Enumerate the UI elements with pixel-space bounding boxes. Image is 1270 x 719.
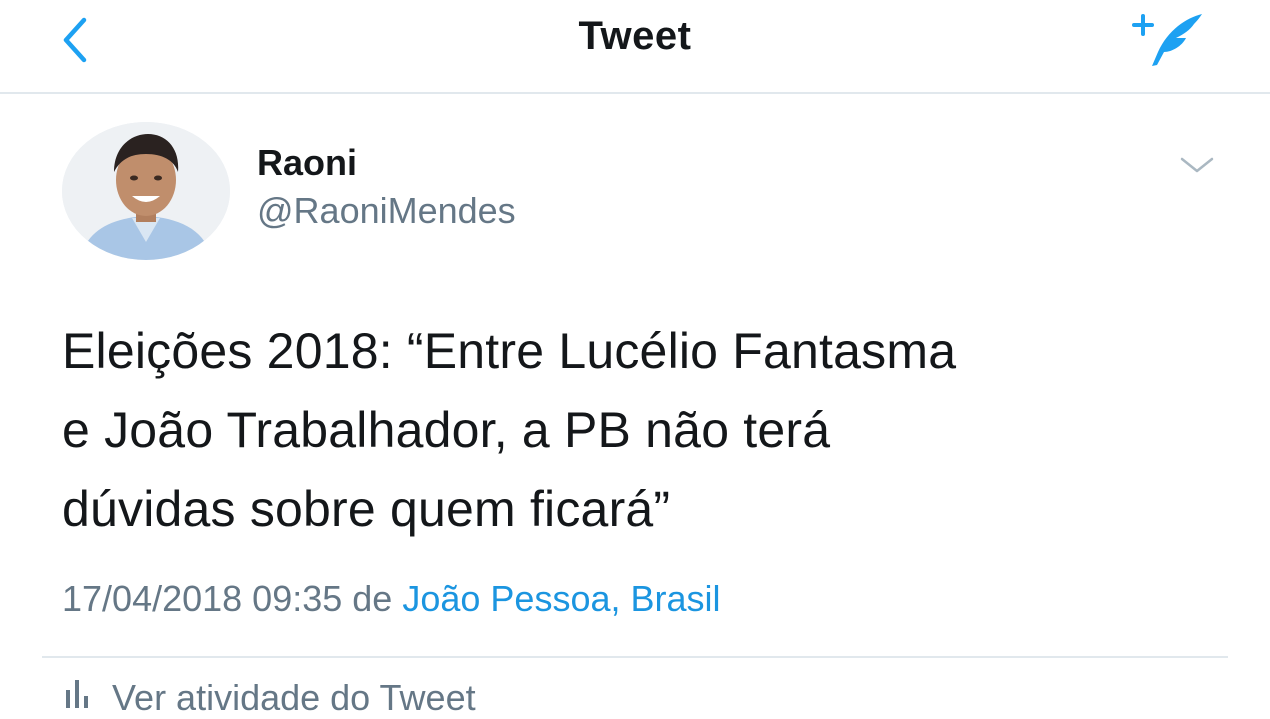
tweet-location-link[interactable]: João Pessoa, Brasil	[402, 578, 720, 619]
tweet-text-line: e João Trabalhador, a PB não terá	[62, 402, 831, 458]
activity-chart-icon	[62, 676, 102, 719]
tweet-text-line: dúvidas sobre quem ficará”	[62, 481, 671, 537]
tweet-options-button[interactable]	[1172, 150, 1222, 180]
tweet-author: Raoni @RaoniMendes	[62, 120, 1222, 270]
compose-tweet-button[interactable]	[1128, 8, 1218, 72]
navigation-bar: Tweet	[0, 0, 1270, 94]
tweet-timestamp: 17/04/2018 09:35	[62, 578, 343, 619]
profile-photo	[62, 122, 230, 260]
tweet-activity-link[interactable]: Ver atividade do Tweet	[62, 676, 476, 719]
author-name[interactable]: Raoni	[257, 142, 357, 184]
avatar[interactable]	[62, 122, 230, 260]
tweet-text-line: Eleições 2018: “Entre Lucélio Fantasma	[62, 323, 957, 379]
author-handle[interactable]: @RaoniMendes	[257, 190, 516, 232]
page-title: Tweet	[578, 14, 692, 58]
tweet-metadata: 17/04/2018 09:35 de João Pessoa, Brasil	[62, 578, 721, 620]
compose-tweet-icon	[1132, 14, 1202, 66]
tweet-text: Eleições 2018: “Entre Lucélio Fantasma e…	[62, 312, 1232, 549]
from-word: de	[352, 578, 393, 619]
activity-label: Ver atividade do Tweet	[112, 677, 476, 718]
chevron-down-icon	[1180, 157, 1214, 173]
divider	[42, 656, 1228, 658]
